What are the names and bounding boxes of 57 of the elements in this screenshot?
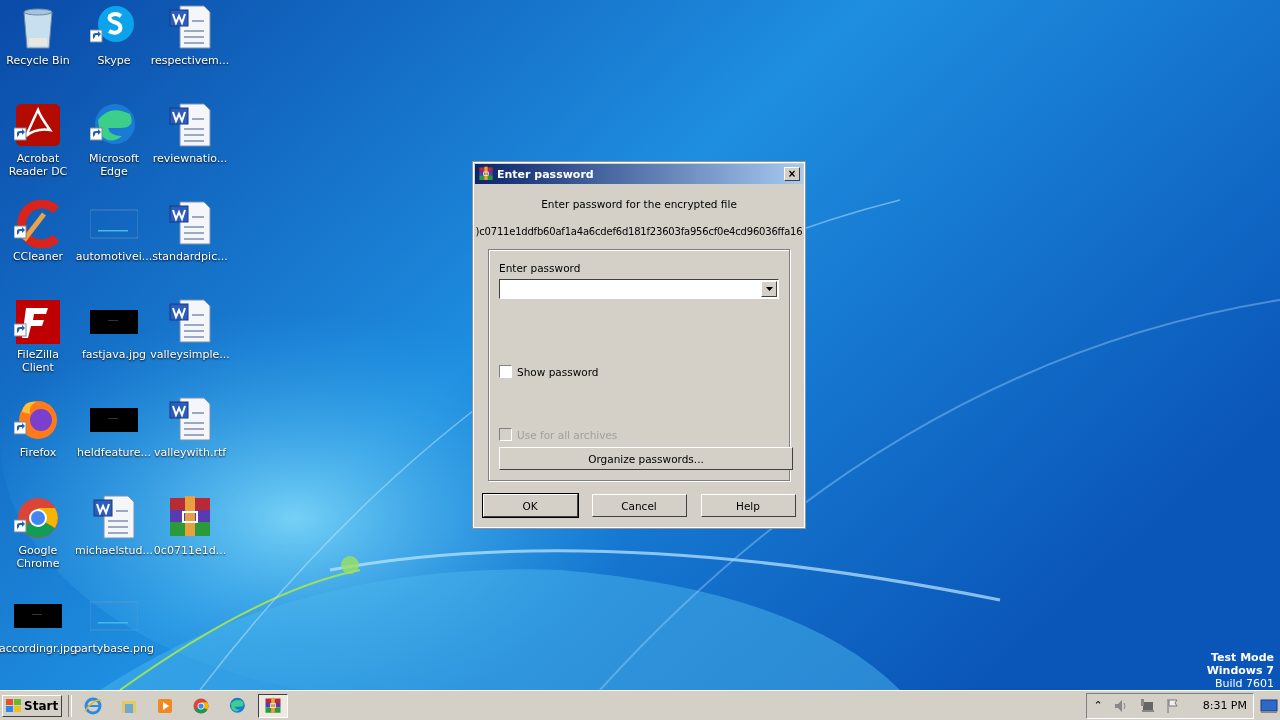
dropdown-button[interactable] bbox=[761, 281, 777, 297]
clock[interactable]: 8:31 PM bbox=[1202, 699, 1247, 712]
document-icon[interactable] bbox=[166, 200, 214, 248]
close-button[interactable]: × bbox=[784, 167, 800, 181]
desktop-icon-label[interactable]: FileZilla Client bbox=[0, 348, 76, 374]
archive-icon bbox=[264, 696, 283, 715]
browser-icon bbox=[84, 696, 103, 715]
checkbox-label: Show password bbox=[517, 365, 599, 378]
field-label: Enter password bbox=[499, 262, 582, 274]
password-field[interactable] bbox=[499, 279, 779, 299]
prompt-text: Enter password for the encrypted file bbox=[541, 198, 737, 210]
flag-icon[interactable] bbox=[1164, 697, 1181, 714]
desktop-icon-label[interactable]: partybase.png bbox=[74, 642, 154, 655]
archive-icon bbox=[478, 166, 494, 182]
desktop-icon-label[interactable]: heldfeature... bbox=[77, 446, 151, 459]
organize-passwords-button[interactable]: Organize passwords... bbox=[499, 447, 793, 470]
document-icon[interactable] bbox=[166, 102, 214, 150]
desktop-icon-label[interactable]: automotivei... bbox=[75, 250, 153, 263]
desktop-icon-label[interactable]: fastjava.jpg bbox=[81, 348, 147, 361]
play-icon bbox=[156, 696, 175, 715]
window-title: Enter password bbox=[497, 167, 595, 181]
windows-logo-icon bbox=[6, 698, 22, 713]
dialog-button[interactable]: Help bbox=[700, 494, 796, 517]
desktop-icon-label[interactable]: accordingr.jpg bbox=[0, 642, 77, 655]
desktop-icon-label[interactable]: michaelstud... bbox=[75, 544, 153, 557]
dialog-button[interactable]: OK bbox=[482, 494, 578, 517]
taskbar-app-button[interactable] bbox=[258, 693, 289, 718]
desktop-icon-label[interactable]: respectivem... bbox=[150, 54, 230, 67]
document-icon[interactable] bbox=[166, 298, 214, 346]
checkbox[interactable] bbox=[499, 365, 512, 378]
file-name: )c0711e1ddfb60af1a4a6cdef6d181f23603fa956cf0e4cd96036ffa16 bbox=[475, 226, 803, 237]
os-version-text: Windows 7 bbox=[1206, 664, 1274, 677]
desktop-icon-label[interactable]: CCleaner bbox=[12, 250, 64, 263]
start-button[interactable]: Start bbox=[2, 694, 63, 717]
document-icon[interactable] bbox=[90, 494, 138, 542]
desktop-icon-label[interactable]: Google Chrome bbox=[0, 544, 76, 570]
caret-icon bbox=[765, 287, 773, 291]
desktop-icon-label[interactable]: Skype bbox=[97, 54, 131, 67]
document-icon[interactable] bbox=[166, 396, 214, 444]
desktop-icon-label[interactable]: Firefox bbox=[19, 446, 57, 459]
browser-icon bbox=[228, 696, 247, 715]
network-icon[interactable] bbox=[1138, 697, 1155, 714]
browser-icon bbox=[192, 696, 211, 715]
document-icon[interactable] bbox=[166, 4, 214, 52]
desktop-icon-label[interactable]: standardpic... bbox=[152, 250, 228, 263]
desktop-icon-label[interactable]: Recycle Bin bbox=[6, 54, 70, 67]
os-version-text: Build 7601 bbox=[1214, 677, 1274, 690]
desktop-icon-label[interactable]: Microsoft Edge bbox=[76, 152, 152, 178]
show-desktop-icon[interactable] bbox=[1260, 697, 1278, 714]
os-version-text: Test Mode bbox=[1211, 651, 1274, 664]
desktop-icon-label[interactable]: valleysimple... bbox=[150, 348, 230, 361]
tray-expand-button[interactable]: ⌃ bbox=[1093, 699, 1103, 712]
dialog-button[interactable]: Cancel bbox=[591, 494, 687, 517]
desktop-icon-label[interactable]: reviewnatio... bbox=[152, 152, 228, 165]
ftp-client-icon[interactable] bbox=[14, 298, 62, 346]
cleaner-icon[interactable] bbox=[14, 200, 62, 248]
desktop-icon-label[interactable]: Acrobat Reader DC bbox=[0, 152, 76, 178]
